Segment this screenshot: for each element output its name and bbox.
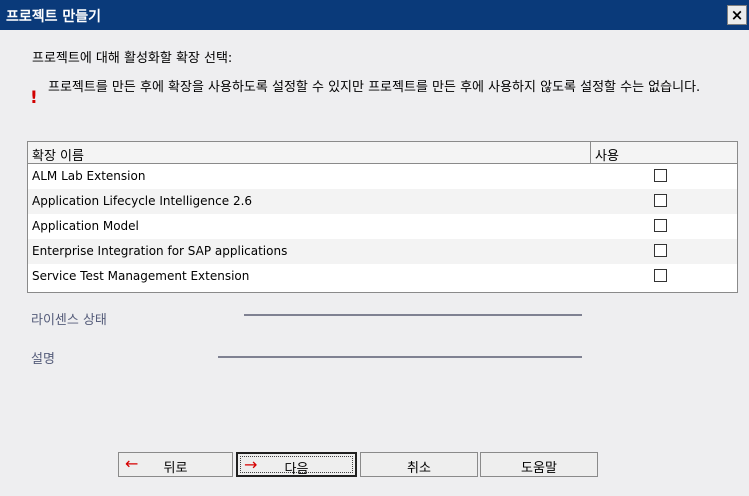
next-button[interactable]: → 다음 [236,452,357,477]
extension-name: Enterprise Integration for SAP applicati… [32,244,288,258]
table-row[interactable]: ALM Lab Extension [28,164,737,189]
create-project-dialog: 프로젝트 만들기 × 프로젝트에 대해 활성화할 확장 선택: ! 프로젝트를 … [0,0,749,496]
description-label: 설명 [31,352,55,367]
enable-checkbox[interactable] [654,244,667,257]
license-status-divider [244,314,582,316]
table-header: 확장 이름 사용 [28,142,737,164]
extension-prompt: 프로젝트에 대해 활성화할 확장 선택: [32,51,233,66]
title-bar: 프로젝트 만들기 × [0,0,749,30]
cancel-button[interactable]: 취소 [360,452,478,477]
enable-checkbox[interactable] [654,219,667,232]
table-row[interactable]: Enterprise Integration for SAP applicati… [28,239,737,264]
table-row[interactable]: Application Model [28,214,737,239]
warning-icon: ! [30,88,38,108]
column-header-enabled[interactable]: 사용 [591,142,737,164]
column-header-extension-name[interactable]: 확장 이름 [28,142,591,164]
extension-name: Application Model [32,219,139,233]
enable-checkbox[interactable] [654,169,667,182]
enable-checkbox[interactable] [654,269,667,282]
extension-name: Service Test Management Extension [32,269,250,283]
help-button-label: 도움말 [521,461,557,476]
help-button[interactable]: 도움말 [480,452,598,477]
window-title: 프로젝트 만들기 [6,9,102,25]
back-button[interactable]: ← 뒤로 [118,452,233,477]
license-status-label: 라이센스 상태 [31,313,107,328]
description-divider [218,356,582,358]
close-icon[interactable]: × [727,5,747,25]
back-button-label: 뒤로 [163,461,188,476]
table-row[interactable]: Service Test Management Extension [28,264,737,289]
extension-name: ALM Lab Extension [32,169,146,183]
warning-message: 프로젝트를 만든 후에 확장을 사용하도록 설정할 수 있지만 프로젝트를 만든… [48,80,701,95]
table-row[interactable]: Application Lifecycle Intelligence 2.6 [28,189,737,214]
extension-name: Application Lifecycle Intelligence 2.6 [32,194,253,208]
extensions-table: 확장 이름 사용 ALM Lab Extension Application L… [27,141,738,293]
next-button-label: 다음 [284,462,309,477]
cancel-button-label: 취소 [407,461,431,476]
enable-checkbox[interactable] [654,194,667,207]
